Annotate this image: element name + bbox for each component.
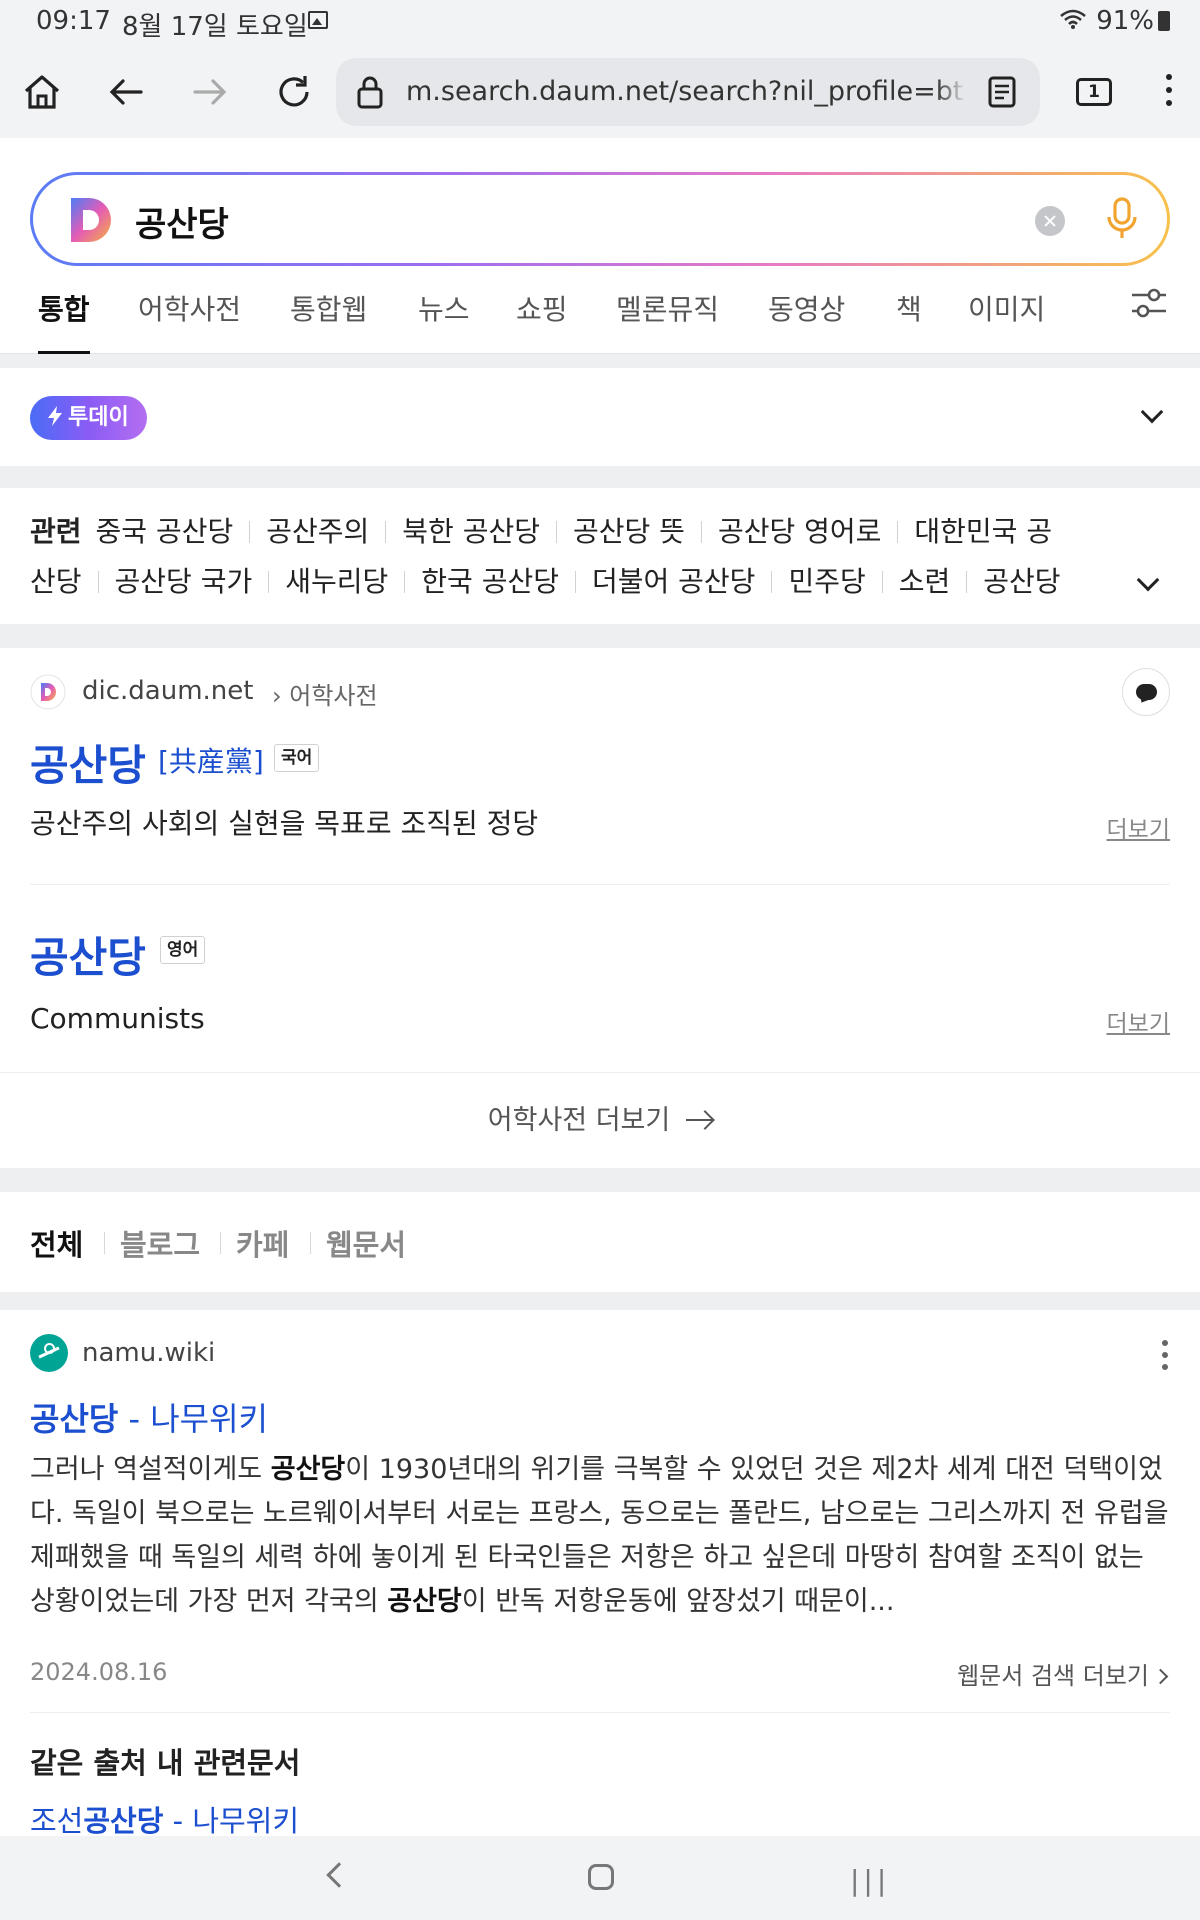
- tab-books[interactable]: 책: [896, 280, 922, 354]
- browser-toolbar: m.search.daum.net/search?nil_profile=btn…: [0, 46, 1200, 138]
- nav-recents-icon[interactable]: |||: [850, 1864, 890, 1897]
- web-search-more-link[interactable]: 웹문서 검색 더보기: [957, 1656, 1166, 1691]
- related-doc-link[interactable]: 조선공산당 - 나무위키: [30, 1798, 299, 1840]
- related-item[interactable]: 공산당: [983, 565, 1060, 598]
- tab-web[interactable]: 통합웹: [290, 280, 367, 354]
- related-item[interactable]: 북한 공산당: [402, 515, 540, 548]
- filter-all[interactable]: 전체: [30, 1222, 83, 1264]
- today-badge[interactable]: 투데이: [30, 396, 147, 440]
- filter-cafe[interactable]: 카페: [236, 1222, 289, 1264]
- namu-wiki-logo-icon: [30, 1334, 68, 1372]
- lock-icon: [356, 74, 384, 114]
- source-domain[interactable]: dic.daum.net: [82, 676, 253, 706]
- forward-icon[interactable]: [180, 46, 240, 138]
- dictionary-word-english[interactable]: 공산당: [30, 924, 146, 985]
- battery-icon: [1158, 11, 1170, 31]
- related-searches: 관련 중국 공산당 공산주의 북한 공산당 공산당 뜻 공산당 영어로 대한민국 공 산당 공…: [0, 488, 1200, 624]
- dictionary-meaning-english: Communists: [30, 1002, 205, 1035]
- search-box[interactable]: 공산당: [30, 172, 1170, 266]
- home-icon[interactable]: [12, 46, 72, 138]
- search-query[interactable]: 공산당: [135, 197, 229, 246]
- daum-dictionary-logo-icon: [30, 674, 66, 710]
- clear-search-icon[interactable]: [1035, 206, 1065, 236]
- tab-images[interactable]: 이미지: [968, 280, 1045, 354]
- result-date: 2024.08.16: [30, 1658, 168, 1686]
- arrow-right-icon: [686, 1119, 713, 1121]
- related-item[interactable]: 공산당 국가: [115, 565, 253, 598]
- filter-web-docs[interactable]: 웹문서: [326, 1222, 406, 1264]
- tab-integrated[interactable]: 통합: [38, 280, 90, 354]
- dictionary-card: dic.daum.net › 어학사전 공산당 [共産黨] 국어 공산주의 사회…: [0, 648, 1200, 1168]
- battery-percent: 91%: [1096, 6, 1154, 36]
- nav-back-icon[interactable]: [326, 1862, 352, 1888]
- more-link[interactable]: 더보기: [1107, 810, 1170, 844]
- tab-news[interactable]: 뉴스: [418, 280, 470, 354]
- related-item[interactable]: 민주당: [788, 565, 865, 598]
- search-header: 공산당 통합 어학사전 통합웹 뉴스 쇼핑 멜론뮤직 동영상 책 이미지: [0, 138, 1200, 354]
- tab-shopping[interactable]: 쇼핑: [516, 280, 568, 354]
- related-item[interactable]: 새누리당: [285, 565, 388, 598]
- status-date: 8월 17일 토요일: [122, 12, 308, 42]
- daum-logo-icon[interactable]: [67, 195, 115, 245]
- more-options-icon[interactable]: [1166, 74, 1172, 113]
- more-link[interactable]: 더보기: [1107, 1004, 1170, 1038]
- search-tabs: 통합 어학사전 통합웹 뉴스 쇼핑 멜론뮤직 동영상 책 이미지: [0, 280, 1200, 354]
- result-site[interactable]: namu.wiki: [82, 1338, 215, 1368]
- related-item[interactable]: 공산당 영어로: [718, 515, 881, 548]
- filter-settings-icon[interactable]: [1130, 286, 1168, 324]
- image-notification-icon: [308, 11, 328, 29]
- related-item[interactable]: 공산당 뜻: [573, 515, 685, 548]
- comment-bubble-icon[interactable]: [1122, 668, 1170, 716]
- today-section: 투데이: [0, 368, 1200, 466]
- web-result: namu.wiki 공산당 - 나무위키 그러나 역설적이게도 공산당이 193…: [0, 1310, 1200, 1840]
- tab-melon-music[interactable]: 멜론뮤직: [616, 280, 719, 354]
- language-tag: 국어: [274, 744, 320, 772]
- dictionary-hanja[interactable]: [共産黨]: [158, 740, 264, 780]
- related-label: 관련: [30, 515, 82, 548]
- back-icon[interactable]: [96, 46, 156, 138]
- result-more-icon[interactable]: [1162, 1340, 1168, 1376]
- dictionary-more-label: 어학사전 더보기: [487, 1105, 671, 1136]
- lightning-icon: [48, 406, 62, 426]
- system-navigation-bar: |||: [0, 1836, 1200, 1920]
- related-item[interactable]: 산당: [30, 565, 82, 598]
- source-crumb-label: 어학사전: [289, 682, 378, 710]
- related-line-1: 관련 중국 공산당 공산주의 북한 공산당 공산당 뜻 공산당 영어로 대한민국 공: [30, 510, 1052, 550]
- expand-chevron-icon[interactable]: [1140, 400, 1164, 424]
- reload-icon[interactable]: [264, 46, 324, 138]
- tab-switcher-button[interactable]: 1: [1076, 78, 1112, 106]
- url-text[interactable]: m.search.daum.net/search?nil_profile=btn…: [406, 76, 966, 107]
- related-expand-chevron-icon[interactable]: [1136, 568, 1160, 592]
- tab-dictionary[interactable]: 어학사전: [138, 280, 241, 354]
- screen: 09:17 8월 17일 토요일 91% m.search.daum.net/s…: [0, 0, 1200, 1920]
- related-line-2: 산당 공산당 국가 새누리당 한국 공산당 더불어 공산당 민주당 소련 공산당: [30, 560, 1061, 600]
- related-item[interactable]: 공산주의: [266, 515, 369, 548]
- related-item[interactable]: 더불어 공산당: [592, 565, 755, 598]
- reader-mode-icon[interactable]: [988, 76, 1016, 112]
- dictionary-more-button[interactable]: 어학사전 더보기: [0, 1072, 1200, 1168]
- related-item[interactable]: 소련: [899, 565, 951, 598]
- related-item[interactable]: 중국 공산당: [96, 515, 234, 548]
- status-bar: 09:17 8월 17일 토요일 91%: [0, 0, 1200, 46]
- same-source-heading: 같은 출처 내 관련문서: [30, 1746, 301, 1780]
- tab-video[interactable]: 동영상: [768, 280, 845, 354]
- nav-home-icon[interactable]: [588, 1864, 614, 1890]
- related-item[interactable]: 한국 공산당: [421, 565, 559, 598]
- address-bar[interactable]: m.search.daum.net/search?nil_profile=btn…: [336, 58, 1040, 126]
- result-title[interactable]: 공산당 - 나무위키: [30, 1394, 268, 1440]
- dictionary-meaning: 공산주의 사회의 실현을 목표로 조직된 정당: [30, 807, 539, 840]
- related-item[interactable]: 대한민국 공: [914, 515, 1052, 548]
- source-breadcrumb: › 어학사전: [272, 682, 378, 710]
- result-filter-tabs: 전체 블로그 카페 웹문서: [0, 1192, 1200, 1292]
- filter-blog[interactable]: 블로그: [120, 1222, 200, 1264]
- result-snippet: 그러나 역설적이게도 공산당이 1930년대의 위기를 극복할 수 있었던 것은…: [30, 1454, 1169, 1617]
- language-tag: 영어: [160, 936, 206, 964]
- microphone-icon[interactable]: [1107, 197, 1137, 245]
- status-time: 09:17: [36, 6, 111, 36]
- today-badge-label: 투데이: [68, 405, 129, 430]
- wifi-icon: [1060, 8, 1086, 36]
- dictionary-word[interactable]: 공산당: [30, 732, 146, 793]
